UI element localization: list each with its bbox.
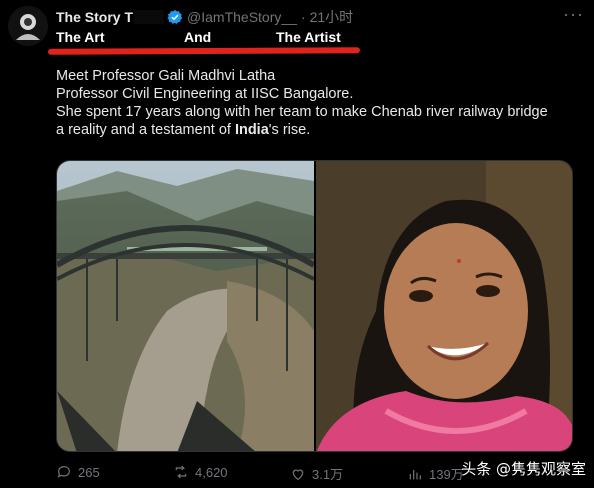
like-count: 3.1万: [312, 467, 344, 482]
views-count: 139万: [429, 467, 464, 482]
like-button[interactable]: 3.1万: [290, 464, 343, 483]
heart-icon: [292, 469, 304, 480]
professor-photo[interactable]: [316, 161, 572, 451]
separator-dot: ·: [300, 9, 306, 25]
retweet-button[interactable]: 4,620: [173, 464, 228, 480]
overlay-caption: The Art And The Artist: [56, 29, 356, 47]
bridge-photo[interactable]: [57, 161, 316, 451]
verified-badge-icon: [167, 10, 183, 24]
reply-button[interactable]: 265: [56, 464, 100, 480]
hashtag-india[interactable]: India: [235, 122, 269, 138]
caption-the-art: The Art: [56, 29, 105, 45]
tweet-text-segment: 's rise.: [268, 122, 311, 138]
tweet-header: The Story T @IamTheStory__ · 21小时: [56, 8, 584, 26]
views-icon: [409, 469, 421, 479]
tweet-text-line: Meet Professor Gali Madhvi Latha: [56, 68, 276, 84]
reply-icon: [57, 466, 70, 478]
media-grid: [56, 160, 573, 452]
author-name[interactable]: The Story T: [56, 9, 133, 25]
red-underline: [47, 47, 361, 55]
watermark: 头条 @隽隽观察室: [461, 460, 586, 478]
author-handle[interactable]: @IamTheStory__: [187, 9, 297, 25]
tweet-text-line: She spent 17 years along with her team t…: [56, 104, 548, 120]
reply-count: 265: [78, 464, 100, 480]
avatar[interactable]: [8, 6, 48, 46]
more-options-icon[interactable]: ···: [563, 4, 584, 25]
caption-and: And: [184, 29, 212, 45]
retweet-count: 4,620: [195, 464, 228, 480]
views-button[interactable]: 139万: [407, 464, 464, 483]
retweet-icon: [175, 465, 187, 479]
timestamp[interactable]: 21小时: [310, 7, 354, 27]
tweet-text: Meet Professor Gali Madhvi Latha Profess…: [56, 67, 582, 139]
tweet-text-line: Professor Civil Engineering at IISC Bang…: [56, 86, 354, 102]
redaction-block: [134, 10, 165, 24]
tweet-text-segment: a reality and a testament of: [56, 122, 235, 138]
caption-the-artist: The Artist: [276, 29, 341, 45]
tweet-text-line: a reality and a testament of India's ris…: [56, 121, 582, 139]
